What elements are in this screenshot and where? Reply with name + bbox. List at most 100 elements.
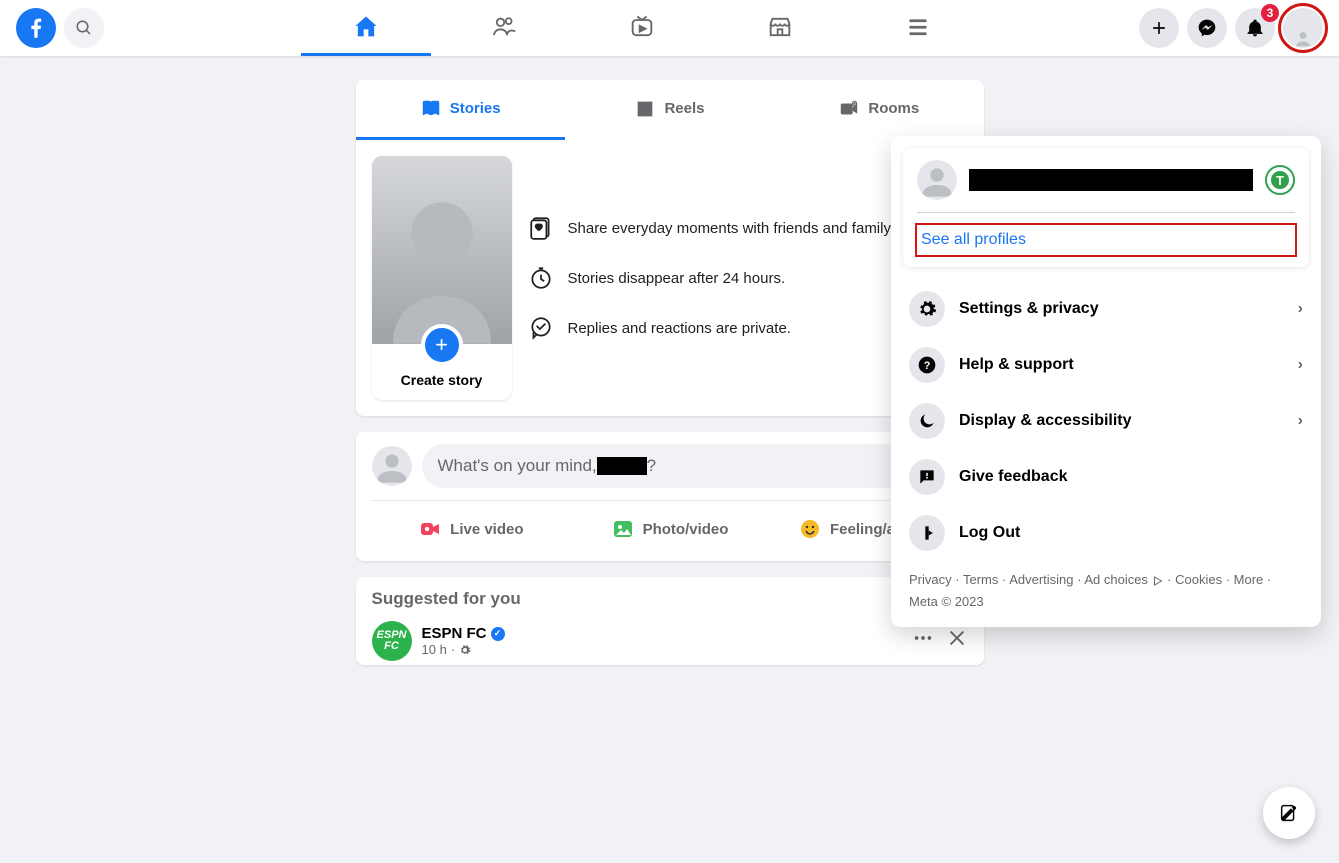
story-line-text: Share everyday moments with friends and …: [568, 220, 895, 237]
post-more-button[interactable]: [912, 627, 934, 655]
search-button[interactable]: [64, 8, 104, 48]
plus-icon: [1149, 18, 1169, 38]
tab-stories-label: Stories: [450, 100, 501, 117]
svg-text:?: ?: [924, 360, 931, 372]
composer-actions: Live video Photo/video Feeling/activity: [372, 500, 968, 549]
menu-display-label: Display & accessibility: [959, 412, 1132, 430]
notification-badge: 3: [1261, 4, 1279, 22]
hamburger-icon: [905, 14, 931, 40]
tab-stories[interactable]: Stories: [356, 80, 565, 140]
menu-feedback-label: Give feedback: [959, 468, 1068, 486]
footer-cookies[interactable]: Cookies: [1175, 572, 1222, 587]
reels-icon: [634, 98, 656, 120]
top-bar: 3: [0, 0, 1339, 56]
post-author-name: ESPN FC: [422, 625, 487, 642]
footer-advertising[interactable]: Advertising: [1009, 572, 1073, 587]
facebook-logo[interactable]: [16, 8, 56, 48]
story-line-text: Replies and reactions are private.: [568, 320, 791, 337]
chevron-right-icon: ›: [1298, 412, 1303, 430]
switch-profile-letter: T: [1271, 171, 1289, 189]
footer-more[interactable]: More: [1234, 572, 1264, 587]
account-menu: T See all profiles Settings & privacy › …: [891, 136, 1321, 627]
create-button[interactable]: [1139, 8, 1179, 48]
gear-icon: [459, 644, 471, 656]
suggested-title: Suggested for you: [372, 589, 968, 609]
avatar-icon: [372, 446, 412, 486]
smile-icon: [798, 517, 822, 541]
story-placeholder-avatar: [372, 156, 512, 344]
clock-icon: [528, 265, 554, 291]
menu-logout-label: Log Out: [959, 524, 1020, 542]
account-button[interactable]: [1283, 8, 1323, 48]
nav-home[interactable]: [301, 0, 431, 56]
feedback-icon: [909, 459, 945, 495]
story-line-text: Stories disappear after 24 hours.: [568, 270, 786, 287]
adchoices-icon: [1152, 575, 1164, 587]
post-header: ESPN FC ESPN FC ✓ 10 h ·: [372, 621, 968, 661]
story-tabs: Stories Reels Rooms: [356, 80, 984, 140]
composer-placeholder-suffix: ?: [647, 456, 656, 476]
nav-watch[interactable]: [577, 0, 707, 56]
menu-settings[interactable]: Settings & privacy ›: [903, 281, 1309, 337]
see-all-profiles-link[interactable]: See all profiles: [917, 225, 1295, 255]
moon-icon: [909, 403, 945, 439]
post-avatar[interactable]: ESPN FC: [372, 621, 412, 661]
post-close-button[interactable]: [946, 627, 968, 655]
more-icon: [912, 627, 934, 649]
menu-footer: Privacy · Terms · Advertising · Ad choic…: [903, 561, 1309, 615]
footer-privacy[interactable]: Privacy: [909, 572, 952, 587]
rooms-icon: [838, 98, 860, 120]
separator: [917, 212, 1295, 213]
live-video-button[interactable]: Live video: [372, 509, 571, 549]
tab-reels[interactable]: Reels: [565, 80, 774, 140]
marketplace-icon: [766, 13, 794, 41]
post-author[interactable]: ESPN FC ✓: [422, 625, 902, 642]
post-avatar-text: ESPN FC: [376, 630, 408, 652]
top-bar-center: [104, 0, 1139, 56]
chevron-right-icon: ›: [1298, 300, 1303, 318]
switch-profile-badge[interactable]: T: [1265, 165, 1295, 195]
menu-avatar: [917, 160, 957, 200]
profile-row[interactable]: T: [917, 160, 1295, 200]
story-line: Replies and reactions are private.: [528, 315, 895, 341]
menu-feedback[interactable]: Give feedback: [903, 449, 1309, 505]
logout-icon: [909, 515, 945, 551]
photo-video-label: Photo/video: [643, 521, 729, 538]
stories-card: Stories Reels Rooms + Create story: [356, 80, 984, 416]
composer-placeholder-prefix: What's on your mind,: [438, 456, 597, 476]
tab-reels-label: Reels: [664, 100, 704, 117]
messenger-button[interactable]: [1187, 8, 1227, 48]
new-message-fab[interactable]: [1263, 787, 1315, 839]
compose-icon: [1278, 802, 1300, 824]
nav-menu[interactable]: [853, 0, 983, 56]
menu-logout[interactable]: Log Out: [903, 505, 1309, 561]
top-bar-left: [0, 8, 104, 48]
nav-friends[interactable]: [439, 0, 569, 56]
tab-rooms[interactable]: Rooms: [774, 80, 983, 140]
composer-avatar[interactable]: [372, 446, 412, 486]
composer-input[interactable]: What's on your mind, ?: [422, 444, 968, 488]
chat-icon: [528, 315, 554, 341]
nav-marketplace[interactable]: [715, 0, 845, 56]
story-line: Share everyday moments with friends and …: [528, 215, 895, 241]
avatar-silhouette-icon: [372, 156, 512, 344]
composer-row: What's on your mind, ?: [372, 444, 968, 488]
redacted-name: [597, 457, 647, 475]
footer-adchoices[interactable]: Ad choices: [1084, 572, 1148, 587]
close-icon: [946, 627, 968, 649]
menu-display[interactable]: Display & accessibility ›: [903, 393, 1309, 449]
post-actions: [912, 627, 968, 655]
messenger-icon: [1197, 18, 1217, 38]
footer-terms[interactable]: Terms: [963, 572, 998, 587]
help-icon: ?: [909, 347, 945, 383]
video-camera-icon: [418, 517, 442, 541]
photo-icon: [611, 517, 635, 541]
watch-icon: [628, 13, 656, 41]
menu-help[interactable]: ? Help & support ›: [903, 337, 1309, 393]
redacted-profile-name: [969, 169, 1253, 191]
post-time: 10 h: [422, 642, 447, 657]
photo-video-button[interactable]: Photo/video: [570, 509, 769, 549]
notifications-button[interactable]: 3: [1235, 8, 1275, 48]
live-video-label: Live video: [450, 521, 523, 538]
create-story-tile[interactable]: + Create story: [372, 156, 512, 400]
